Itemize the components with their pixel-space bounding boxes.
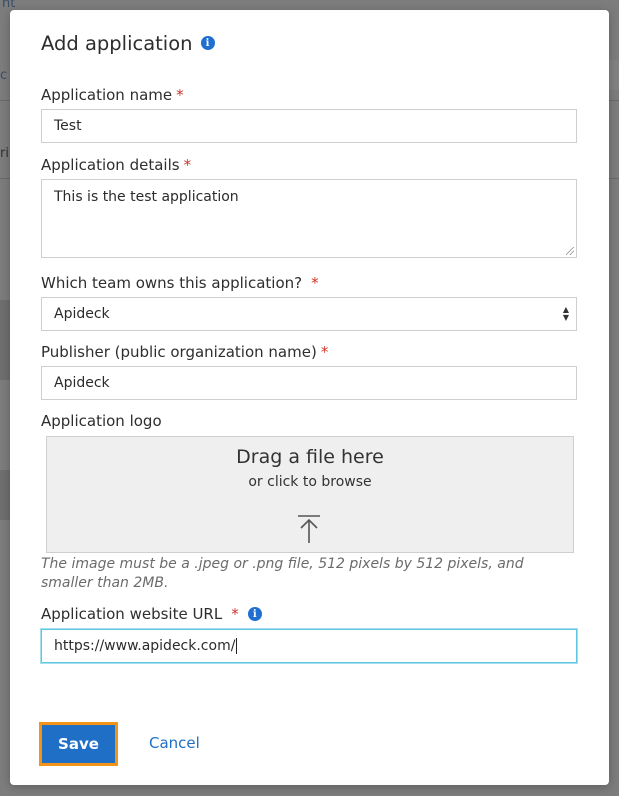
app-details-value: This is the test application (54, 189, 239, 205)
website-url-input[interactable]: https://www.apideck.com/ (41, 629, 577, 663)
background-text-fragment: c (0, 68, 8, 83)
required-mark: * (311, 274, 319, 292)
website-label-text: Application website URL (41, 605, 223, 623)
save-button[interactable]: Save (40, 723, 117, 765)
upload-icon (298, 515, 320, 543)
logo-helper-text: The image must be a .jpeg or .png file, … (41, 556, 524, 591)
required-mark: * (176, 86, 184, 104)
team-label: Which team owns this application? * (41, 274, 319, 292)
background-block (0, 470, 10, 520)
logo-dropzone[interactable]: Drag a file here or click to browse (46, 436, 574, 553)
background-block (609, 60, 619, 90)
app-name-input[interactable]: Test (41, 109, 577, 143)
required-mark: * (231, 605, 239, 623)
background-block (0, 300, 10, 380)
logo-label: Application logo (41, 412, 162, 430)
resize-handle-icon[interactable] (566, 247, 574, 255)
dialog-header: Add application i (41, 30, 215, 56)
app-details-label: Application details * (41, 156, 191, 174)
required-mark: * (183, 156, 192, 174)
app-name-label: Application name * (41, 86, 184, 104)
select-arrows-icon: ▲ ▼ (562, 305, 569, 322)
required-mark: * (320, 343, 329, 361)
website-label: Application website URL * i (41, 605, 262, 623)
publisher-label-text: Publisher (public organization name) (41, 343, 317, 361)
team-select[interactable]: Apideck ▲ ▼ (41, 297, 577, 331)
team-selected-value: Apideck (54, 306, 110, 322)
app-details-label-text: Application details (41, 156, 180, 174)
team-label-text: Which team owns this application? (41, 274, 303, 292)
app-details-textarea[interactable]: This is the test application (41, 179, 577, 258)
dialog-title: Add application (41, 31, 193, 55)
cancel-button[interactable]: Cancel (149, 734, 200, 752)
dropzone-subtitle: or click to browse (248, 474, 372, 490)
info-icon[interactable]: i (247, 607, 262, 621)
add-application-dialog: Add application i Application name * Test… (10, 10, 609, 785)
info-icon[interactable]: i (200, 36, 215, 50)
app-name-value: Test (54, 118, 82, 134)
background-text-fragment-2: ri (0, 146, 9, 161)
publisher-input[interactable]: Apideck (41, 366, 577, 400)
dropzone-title: Drag a file here (236, 446, 384, 468)
website-url-value: https://www.apideck.com/ (54, 638, 236, 654)
text-caret (236, 638, 238, 654)
publisher-value: Apideck (54, 375, 110, 391)
publisher-label: Publisher (public organization name) * (41, 343, 328, 361)
app-name-label-text: Application name (41, 86, 173, 104)
